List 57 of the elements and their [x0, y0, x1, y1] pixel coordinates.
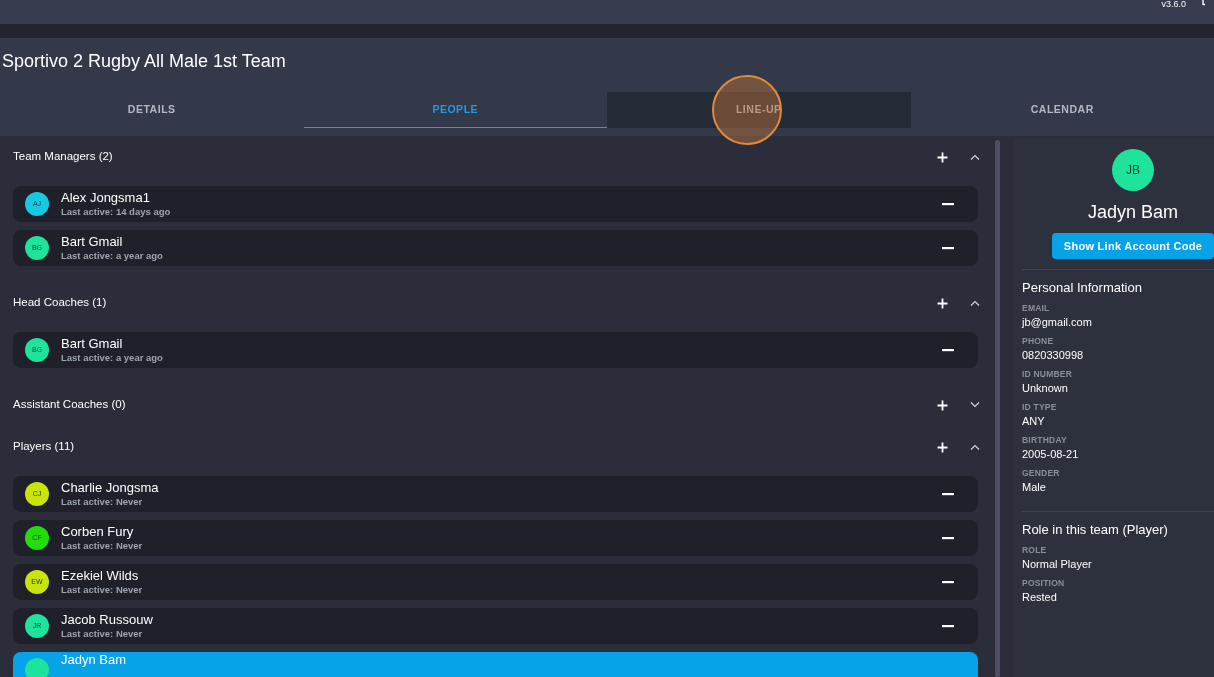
field-label: PHONE	[1022, 336, 1055, 347]
member-name: Alex Jongsma1	[61, 190, 151, 205]
field-value: Normal Player	[1022, 557, 1093, 572]
group-title: Role in this team (Player)	[1022, 521, 1169, 539]
remove-icon[interactable]	[942, 580, 954, 584]
member-name: Corben Fury	[61, 524, 135, 539]
group-title: Personal Information	[1022, 279, 1143, 297]
section-title: Players (11)	[13, 439, 76, 455]
avatar-initials: JB	[1126, 162, 1140, 179]
collapse-icon[interactable]	[970, 444, 980, 450]
field-value: 2005-08-21	[1022, 447, 1080, 462]
last-active: Last active: Never	[61, 583, 144, 596]
add-icon[interactable]	[937, 399, 948, 411]
scrollbar[interactable]	[995, 140, 1000, 677]
last-active: Last active: a year ago	[61, 351, 164, 364]
add-icon[interactable]	[937, 151, 948, 163]
section-title: Team Managers (2)	[13, 149, 114, 165]
member-name: Bart Gmail	[61, 336, 124, 351]
collapse-icon[interactable]	[970, 300, 980, 306]
remove-icon[interactable]	[942, 202, 954, 206]
member-name: Charlie Jongsma	[61, 480, 160, 495]
field-value: jb@gmail.com	[1022, 315, 1093, 330]
last-active: Last active: Never	[61, 495, 144, 508]
member-name: Jacob Russouw	[61, 612, 154, 627]
field-label: POSITION	[1022, 578, 1066, 589]
last-active: Last active: a year ago	[61, 249, 164, 262]
field-label: ID TYPE	[1022, 402, 1058, 413]
field-label: ID NUMBER	[1022, 369, 1074, 380]
field-value: Male	[1022, 480, 1047, 495]
last-active: Last active: 14 days ago	[61, 205, 172, 218]
remove-icon[interactable]	[942, 492, 954, 496]
field-label: BIRTHDAY	[1022, 435, 1068, 446]
section-title: Assistant Coaches (0)	[13, 397, 127, 413]
expand-icon[interactable]	[970, 402, 980, 408]
profile-name: Jadyn Bam	[1087, 201, 1178, 224]
member-name: Bart Gmail	[61, 234, 124, 249]
add-icon[interactable]	[937, 441, 948, 453]
field-value: ANY	[1022, 414, 1046, 429]
section-title: Head Coaches (1)	[13, 295, 108, 311]
last-active: Last active: Never	[61, 539, 144, 552]
member-name: Jadyn Bam	[61, 652, 128, 667]
field-label: GENDER	[1022, 468, 1061, 479]
collapse-icon[interactable]	[970, 154, 980, 160]
field-value: 0820330998	[1022, 348, 1085, 363]
version-label: v3.6.0	[1161, 0, 1186, 9]
remove-icon[interactable]	[942, 246, 954, 250]
team-title: Sportivo 2 Rugby All Male 1st Team	[1, 50, 286, 72]
remove-icon[interactable]	[942, 536, 954, 540]
remove-icon[interactable]	[942, 624, 954, 628]
add-icon[interactable]	[937, 297, 948, 309]
field-label: ROLE	[1022, 545, 1048, 556]
member-name: Ezekiel Wilds	[61, 568, 140, 583]
last-active: Last active: Never	[61, 627, 144, 640]
field-label: EMAIL	[1022, 303, 1051, 314]
field-value: Unknown	[1022, 381, 1069, 396]
remove-icon[interactable]	[942, 348, 954, 352]
field-value: Rested	[1022, 590, 1058, 605]
